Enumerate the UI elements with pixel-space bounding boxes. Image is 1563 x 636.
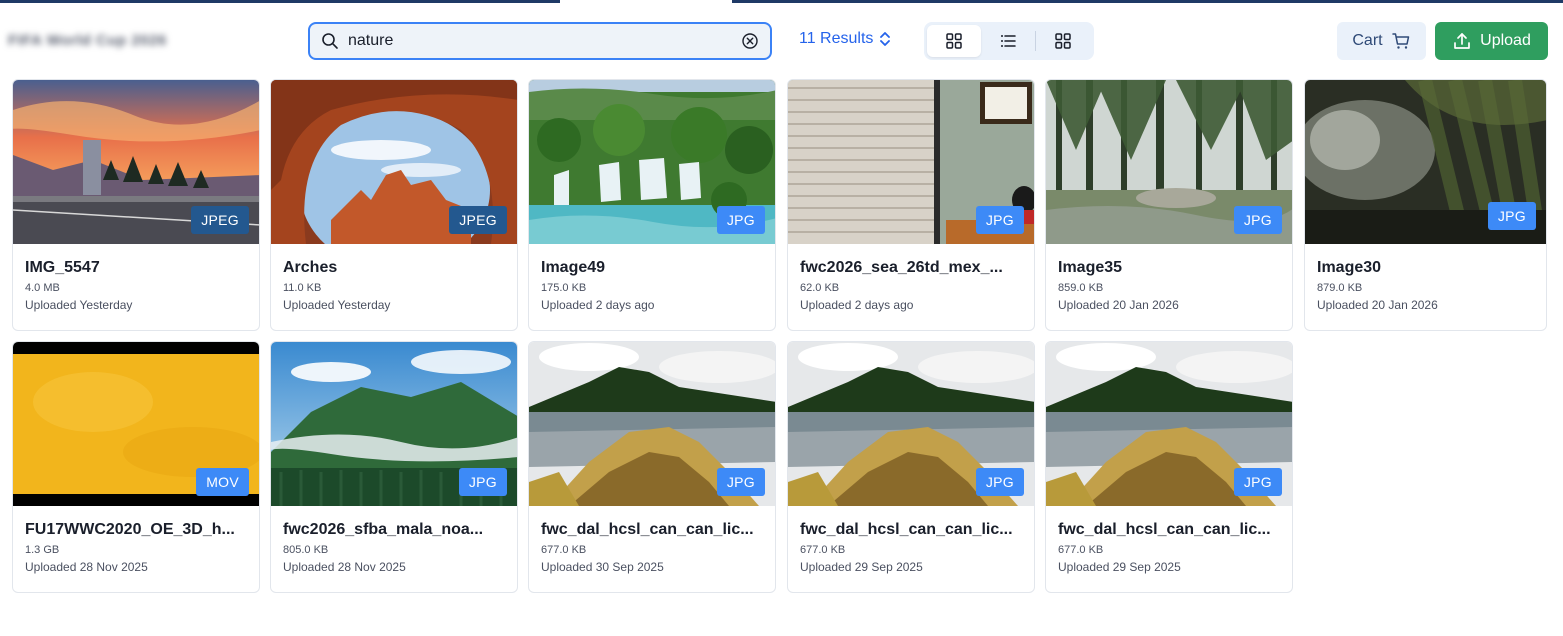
asset-thumbnail: JPG [1046,80,1292,244]
asset-upload-date: Uploaded 28 Nov 2025 [25,560,148,574]
asset-thumbnail: JPEG [271,80,517,244]
asset-card[interactable]: JPG Image49 175.0 KB Uploaded 2 days ago [528,79,776,331]
project-title: FIFA World Cup 2026 [8,30,208,50]
search-input[interactable]: nature [348,32,740,50]
compact-grid-view-button[interactable] [1036,25,1090,57]
asset-thumbnail: MOV [13,342,259,506]
grid-view-button[interactable] [927,25,981,57]
asset-thumbnail: JPG [788,80,1034,244]
asset-name: Image30 [1317,259,1382,276]
asset-size: 805.0 KB [283,544,329,556]
top-nav-bar-right [732,0,1563,3]
asset-card[interactable]: JPG fwc_dal_hcsl_can_can_lic... 677.0 KB… [1045,341,1293,593]
file-type-badge: JPEG [191,206,249,234]
asset-upload-date: Uploaded 20 Jan 2026 [1058,298,1179,312]
top-nav-bar-left [0,0,560,3]
file-type-badge: JPG [716,468,765,496]
file-type-badge: JPG [975,468,1024,496]
file-type-badge: JPG [458,468,507,496]
asset-name: fwc_dal_hcsl_can_can_lic... [541,521,754,538]
asset-card[interactable]: JPG fwc2026_sfba_mala_noa... 805.0 KB Up… [270,341,518,593]
asset-thumbnail: JPG [529,80,775,244]
asset-upload-date: Uploaded 20 Jan 2026 [1317,298,1438,312]
asset-name: fwc2026_sfba_mala_noa... [283,521,484,538]
asset-size: 175.0 KB [541,282,587,294]
search-bar[interactable]: nature [308,22,772,60]
asset-size: 677.0 KB [800,544,846,556]
asset-size: 859.0 KB [1058,282,1104,294]
asset-name: fwc_dal_hcsl_can_can_lic... [1058,521,1271,538]
asset-card[interactable]: MOV FU17WWC2020_OE_3D_h... 1.3 GB Upload… [12,341,260,593]
asset-size: 677.0 KB [1058,544,1104,556]
asset-size: 879.0 KB [1317,282,1363,294]
file-type-badge: JPG [716,206,765,234]
clear-search-icon[interactable] [740,31,760,51]
asset-thumbnail: JPG [271,342,517,506]
asset-card[interactable]: JPG Image30 879.0 KB Uploaded 20 Jan 202… [1304,79,1547,331]
list-view-button[interactable] [981,25,1035,57]
list-icon [1001,35,1016,47]
cart-button[interactable]: Cart [1337,22,1426,60]
asset-size: 62.0 KB [800,282,840,294]
file-type-badge: MOV [196,468,249,496]
asset-thumbnail: JPG [1305,80,1546,244]
toolbar: FIFA World Cup 2026 nature 11 Results Ca… [0,22,1563,60]
project-title-text: FIFA World Cup 2026 [8,31,167,49]
asset-upload-date: Uploaded 2 days ago [541,298,655,312]
asset-name: Arches [283,259,338,276]
asset-thumbnail: JPG [1046,342,1292,506]
asset-card[interactable]: JPEG IMG_5547 4.0 MB Uploaded Yesterday [12,79,260,331]
asset-size: 11.0 KB [283,282,322,294]
asset-card[interactable]: JPEG Arches 11.0 KB Uploaded Yesterday [270,79,518,331]
upload-button[interactable]: Upload [1435,22,1548,60]
results-count: 11 Results [799,30,874,47]
asset-upload-date: Uploaded 30 Sep 2025 [541,560,664,574]
sort-chevrons-icon [880,32,891,46]
asset-card[interactable]: JPG fwc2026_sea_26td_mex_... 62.0 KB Upl… [787,79,1035,331]
view-mode-toggle [924,22,1094,60]
grid-small-icon [1055,33,1071,49]
asset-name: fwc2026_sea_26td_mex_... [800,259,1003,276]
asset-name: Image35 [1058,259,1123,276]
upload-label: Upload [1480,32,1531,49]
file-type-badge: JPG [975,206,1024,234]
upload-icon [1454,33,1470,49]
file-type-badge: JPG [1233,206,1282,234]
cart-icon [1391,33,1409,49]
file-type-badge: JPG [1233,468,1282,496]
grid-large-icon [946,33,962,49]
asset-upload-date: Uploaded 29 Sep 2025 [1058,560,1181,574]
asset-card[interactable]: JPG fwc_dal_hcsl_can_can_lic... 677.0 KB… [528,341,776,593]
asset-upload-date: Uploaded 28 Nov 2025 [283,560,406,574]
results-sort-button[interactable]: 11 Results [799,30,891,48]
asset-thumbnail: JPG [529,342,775,506]
asset-name: IMG_5547 [25,259,100,276]
asset-size: 1.3 GB [25,544,60,556]
file-type-badge: JPG [1487,202,1536,230]
asset-thumbnail: JPG [788,342,1034,506]
asset-size: 4.0 MB [25,282,60,294]
asset-name: FU17WWC2020_OE_3D_h... [25,521,235,538]
asset-card[interactable]: JPG fwc_dal_hcsl_can_can_lic... 677.0 KB… [787,341,1035,593]
asset-upload-date: Uploaded Yesterday [283,298,391,312]
asset-size: 677.0 KB [541,544,587,556]
asset-upload-date: Uploaded Yesterday [25,298,133,312]
asset-name: fwc_dal_hcsl_can_can_lic... [800,521,1013,538]
search-icon [322,33,338,49]
cart-label: Cart [1352,32,1383,49]
asset-name: Image49 [541,259,606,276]
asset-card[interactable]: JPG Image35 859.0 KB Uploaded 20 Jan 202… [1045,79,1293,331]
file-type-badge: JPEG [449,206,507,234]
asset-thumbnail: JPEG [13,80,259,244]
asset-upload-date: Uploaded 29 Sep 2025 [800,560,923,574]
asset-upload-date: Uploaded 2 days ago [800,298,914,312]
